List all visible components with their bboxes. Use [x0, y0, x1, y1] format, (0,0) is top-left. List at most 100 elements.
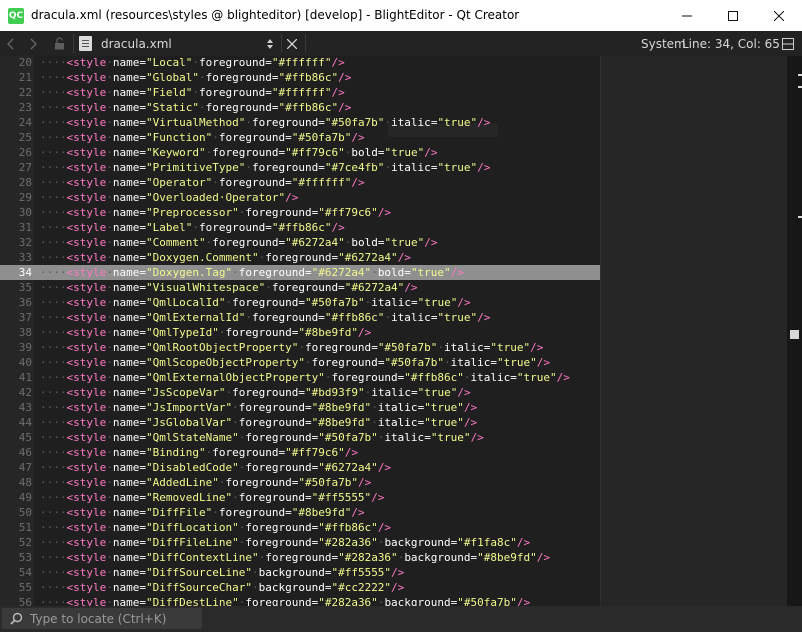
code-line[interactable]: 41 ····<style·name="QmlExternalObjectProp… — [0, 370, 600, 385]
code-line[interactable]: 55 ····<style·name="DiffSourceChar"·backg… — [0, 580, 600, 595]
attribute-value: "#f1fa8c" — [457, 536, 517, 549]
code-text: ····<style·name="Static"·foreground="#ff… — [40, 100, 351, 115]
attribute-value: "Keyword" — [146, 146, 206, 159]
code-line[interactable]: 33 ····<style·name="Doxygen.Comment"·fore… — [0, 250, 600, 265]
split-button[interactable] — [782, 31, 798, 56]
code-line[interactable]: 22 ····<style·name="Field"·foreground="#f… — [0, 85, 600, 100]
attribute-name: foreground — [225, 326, 292, 339]
locator-input[interactable] — [30, 610, 198, 627]
code-line[interactable]: 51 ····<style·name="DiffLocation"·foregro… — [0, 520, 600, 535]
cursor-position[interactable]: Line: 34, Col: 65 — [682, 31, 780, 56]
code-line[interactable]: 26 ····<style·name="Keyword"·foreground="… — [0, 145, 600, 160]
code-line[interactable]: 46 ····<style·name="Binding"·foreground="… — [0, 445, 600, 460]
equals-sign: = — [139, 431, 146, 444]
equals-sign: = — [139, 86, 146, 99]
code-line[interactable]: 36 ····<style·name="QmlLocalId"·foregroun… — [0, 295, 600, 310]
close-button[interactable] — [756, 0, 802, 31]
attribute-name: name — [112, 596, 140, 606]
code-line[interactable]: 39 ····<style·name="QmlRootObjectProperty… — [0, 340, 600, 355]
code-line[interactable]: 30 ····<style·name="Preprocessor"·foregro… — [0, 205, 600, 220]
tag-bracket: /> — [338, 101, 352, 114]
whitespace-marker: · — [232, 401, 239, 414]
code-text: ····<style·name="Preprocessor"·foregroun… — [40, 205, 391, 220]
code-line[interactable]: 48 ····<style·name="AddedLine"·foreground… — [0, 475, 600, 490]
code-line[interactable]: 52 ····<style·name="DiffFileLine"·foregro… — [0, 535, 600, 550]
equals-sign: = — [139, 296, 146, 309]
code-line[interactable]: 24 ····<style·name="VirtualMethod"·foregr… — [0, 115, 600, 130]
code-text: ····<style·name="Doxygen.Tag"·foreground… — [40, 265, 464, 280]
attribute-value: "#ffb86c" — [271, 221, 332, 234]
tag-name: style — [73, 311, 107, 324]
code-line[interactable]: 28 ····<style·name="Operator"·foreground=… — [0, 175, 600, 190]
equals-sign: = — [318, 116, 325, 129]
whitespace-marker: · — [106, 371, 113, 384]
minimize-button[interactable] — [664, 0, 710, 31]
attribute-value: "DiffFileLine" — [146, 536, 239, 549]
code-line[interactable]: 32 ····<style·name="Comment"·foreground="… — [0, 235, 600, 250]
whitespace-marker: · — [106, 101, 113, 114]
maximize-button[interactable] — [710, 0, 756, 31]
whitespace-marker: · — [245, 311, 252, 324]
file-lock-button[interactable] — [54, 31, 68, 56]
attribute-value: "Doxygen.Tag" — [146, 266, 233, 279]
scrollbar-thumb[interactable] — [790, 330, 799, 339]
equals-sign: = — [139, 251, 146, 264]
attribute-value: "QmlScopeObjectProperty" — [146, 356, 305, 369]
code-line[interactable]: 35 ····<style·name="VisualWhitespace"·for… — [0, 280, 600, 295]
attribute-name: name — [112, 161, 140, 174]
whitespace-marker: ···· — [40, 101, 67, 114]
text-editor[interactable]: 20 ····<style·name="Local"·foreground="#f… — [0, 56, 802, 606]
line-number: 28 — [18, 176, 32, 189]
attribute-name: name — [112, 521, 140, 534]
code-line[interactable]: 49 ····<style·name="RemovedLine"·foregrou… — [0, 490, 600, 505]
code-line[interactable]: 25 ····<style·name="Function"·foreground=… — [0, 130, 600, 145]
code-line[interactable]: 54 ····<style·name="DiffSourceLine"·backg… — [0, 565, 600, 580]
code-line[interactable]: 21 ····<style·name="Global"·foreground="#… — [0, 70, 600, 85]
attribute-value: "#ff79c6" — [285, 146, 345, 159]
whitespace-marker: · — [106, 326, 113, 339]
code-line[interactable]: 37 ····<style·name="QmlExternalId"·foregr… — [0, 310, 600, 325]
code-text: ····<style·name="DiffDestLine"·foregroun… — [40, 595, 530, 606]
code-line[interactable]: 38 ····<style·name="QmlTypeId"·foreground… — [0, 325, 600, 340]
attribute-name: name — [112, 371, 140, 384]
close-document-button[interactable] — [287, 31, 299, 56]
attribute-value: "AddedLine" — [146, 476, 219, 489]
attribute-value: "#8be9fd" — [298, 326, 358, 339]
code-line[interactable]: 23 ····<style·name="Static"·foreground="#… — [0, 100, 600, 115]
line-number: 32 — [18, 236, 32, 249]
attribute-name: italic — [391, 116, 431, 129]
whitespace-marker: · — [106, 596, 113, 606]
document-dropdown[interactable] — [266, 31, 276, 56]
code-line[interactable]: 42 ····<style·name="JsScopeVar"·foregroun… — [0, 385, 600, 400]
code-line[interactable]: 56 ····<style·name="DiffDestLine"·foregro… — [0, 595, 600, 606]
code-line[interactable]: 53 ····<style·name="DiffContextLine"·fore… — [0, 550, 600, 565]
code-line[interactable]: 31 ····<style·name="Label"·foreground="#f… — [0, 220, 600, 235]
locator-box[interactable] — [2, 608, 202, 629]
code-line[interactable]: 20 ····<style·name="Local"·foreground="#f… — [0, 56, 600, 70]
whitespace-marker: · — [106, 581, 113, 594]
attribute-name: name — [112, 566, 140, 579]
whitespace-marker: ···· — [40, 341, 67, 354]
code-line[interactable]: 50 ····<style·name="DiffFile"·foreground=… — [0, 505, 600, 520]
document-name[interactable]: dracula.xml — [101, 31, 172, 56]
current-code-line[interactable]: 34 ····<style·name="Doxygen.Tag"·foregrou… — [0, 265, 600, 280]
code-line[interactable]: 47 ····<style·name="DisabledCode"·foregro… — [0, 460, 600, 475]
back-button[interactable] — [6, 31, 20, 56]
code-line[interactable]: 40 ····<style·name="QmlScopeObjectPropert… — [0, 355, 600, 370]
tag-name: style — [73, 341, 107, 354]
encoding-label[interactable]: System — [641, 31, 686, 56]
toolbar-separator — [281, 34, 282, 53]
code-line[interactable]: 44 ····<style·name="JsGlobalVar"·foregrou… — [0, 415, 600, 430]
code-line[interactable]: 45 ····<style·name="QmlStateName"·foregro… — [0, 430, 600, 445]
equals-sign: = — [139, 506, 146, 519]
tag-name: style — [73, 71, 107, 84]
tag-bracket: /> — [556, 371, 570, 384]
tag-name: style — [73, 101, 107, 114]
code-line[interactable]: 27 ····<style·name="PrimitiveType"·foregr… — [0, 160, 600, 175]
whitespace-marker: ···· — [40, 161, 67, 174]
code-line[interactable]: 43 ····<style·name="JsImportVar"·foregrou… — [0, 400, 600, 415]
equals-sign: = — [410, 386, 418, 399]
attribute-value: "#6272a4" — [318, 461, 378, 474]
forward-button[interactable] — [30, 31, 44, 56]
code-line[interactable]: 29 ····<style·name="Overloaded·Operator"/… — [0, 190, 600, 205]
